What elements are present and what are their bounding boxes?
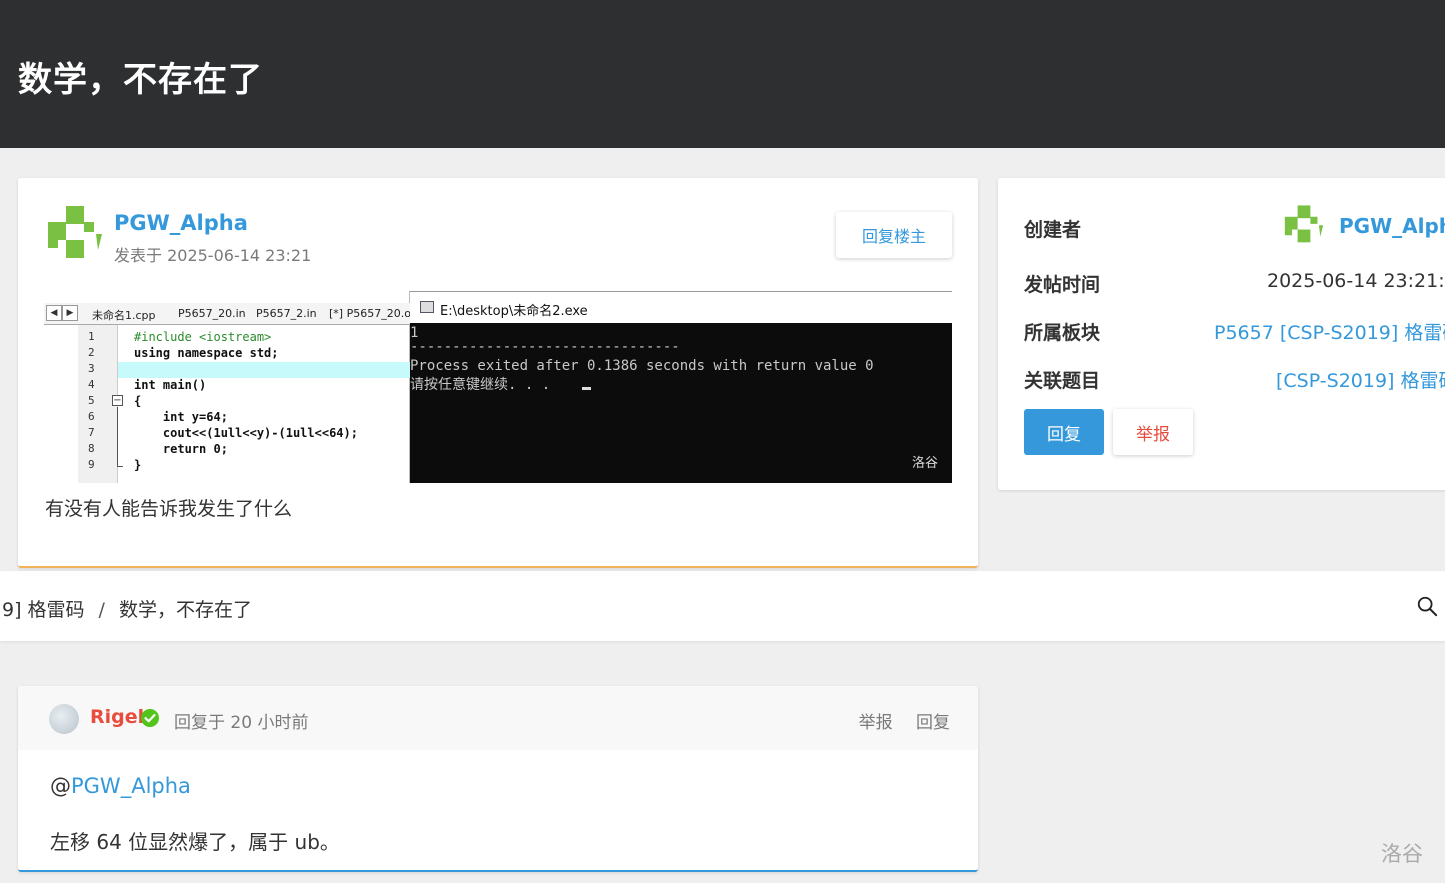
code-line: int main() xyxy=(134,378,207,392)
line-number: 3 xyxy=(88,362,95,375)
board-label: 所属板块 xyxy=(1024,322,1101,344)
post-card: PGW_Alpha 发表于 2025-06-14 23:21 回复楼主 ◀ ▶ … xyxy=(18,178,978,568)
reply-content: 左移 64 位显然爆了，属于 ub。 xyxy=(50,830,340,854)
line-number: 4 xyxy=(88,378,95,391)
console-line: Process exited after 0.1386 seconds with… xyxy=(410,358,874,374)
breadcrumb: 9] 格雷码 / 数学，不存在了 xyxy=(2,595,252,622)
post-info-card: 创建者 PGW_Alpha 发帖时间 2025-06-14 23:21:02 所… xyxy=(998,178,1445,490)
post-time-value: 2025-06-14 23:21:02 xyxy=(1267,270,1445,292)
console-window-icon xyxy=(420,301,434,313)
line-number: 1 xyxy=(88,330,95,343)
code-line: using namespace std; xyxy=(134,346,279,360)
code-line: { xyxy=(134,394,142,408)
current-line-highlight xyxy=(118,362,410,378)
post-time: 发表于 2025-06-14 23:21 xyxy=(114,246,312,265)
code-line: } xyxy=(134,458,142,472)
problem-link[interactable]: [CSP-S2019] 格雷码 xyxy=(1276,366,1445,393)
tab-right-icon: ▶ xyxy=(62,305,78,321)
code-line: cout<<(1ull<<y)-(1ull<<64); xyxy=(134,426,358,440)
mention-user[interactable]: PGW_Alpha xyxy=(71,774,191,798)
reply-reply-link[interactable]: 回复 xyxy=(916,713,950,733)
fold-guide xyxy=(117,407,118,467)
console-cursor xyxy=(582,387,591,390)
tab-left-icon: ◀ xyxy=(46,305,62,321)
fold-guide-end xyxy=(117,466,123,467)
line-number: 6 xyxy=(88,410,95,423)
creator-name[interactable]: PGW_Alpha xyxy=(1339,214,1445,238)
post-content: 有没有人能告诉我发生了什么 xyxy=(45,498,293,520)
image-watermark: 洛谷 xyxy=(911,456,938,471)
fold-minus-icon: − xyxy=(112,395,123,406)
board-link[interactable]: P5657 [CSP-S2019] 格雷码 xyxy=(1214,318,1445,345)
ide-tab: [*] P5657_20.o xyxy=(329,307,411,320)
code-line: #include <iostream> xyxy=(134,330,272,344)
breadcrumb-bar: 9] 格雷码 / 数学，不存在了 xyxy=(0,571,1445,641)
creator-avatar[interactable] xyxy=(1282,204,1326,248)
reply-avatar[interactable] xyxy=(49,704,79,734)
line-number: 8 xyxy=(88,442,95,455)
breadcrumb-separator: / xyxy=(98,599,105,621)
console-window: E:\desktop\未命名2.exe 1 ------------------… xyxy=(410,291,952,483)
verified-check-icon xyxy=(141,709,159,727)
search-icon[interactable] xyxy=(1416,595,1438,617)
reply-time: 回复于 20 小时前 xyxy=(174,713,309,733)
ide-window: ◀ ▶ 未命名1.cpp P5657_20.in P5657_2.in [*] … xyxy=(44,291,411,483)
line-number: 5 xyxy=(88,394,95,407)
reply-op-button[interactable]: 回复楼主 xyxy=(836,212,952,258)
site-watermark: 洛谷 xyxy=(1381,842,1423,866)
author-name[interactable]: PGW_Alpha xyxy=(114,211,248,235)
creator-label: 创建者 xyxy=(1024,219,1082,241)
breadcrumb-item-board[interactable]: 9] 格雷码 xyxy=(2,599,85,621)
console-title-bar: E:\desktop\未命名2.exe xyxy=(410,291,952,323)
problem-label: 关联题目 xyxy=(1024,370,1101,392)
code-line: int y=64; xyxy=(134,410,228,424)
console-line: -------------------------------- xyxy=(410,339,680,355)
page-title: 数学，不存在了 xyxy=(18,60,263,100)
breadcrumb-item-current: 数学，不存在了 xyxy=(118,599,252,621)
line-number: 9 xyxy=(88,458,95,471)
reply-actions: 举报 回复 xyxy=(841,708,950,733)
ide-tab: 未命名1.cpp xyxy=(92,309,156,322)
code-line: return 0; xyxy=(134,442,228,456)
line-number: 2 xyxy=(88,346,95,359)
post-time-label: 发帖时间 xyxy=(1024,274,1101,296)
reply-header: Rigel 回复于 20 小时前 举报 回复 xyxy=(18,686,978,750)
line-number: 7 xyxy=(88,426,95,439)
report-button[interactable]: 举报 xyxy=(1113,409,1193,455)
ide-tab: P5657_20.in xyxy=(178,307,246,320)
reply-report-link[interactable]: 举报 xyxy=(859,713,893,733)
reply-card: Rigel 回复于 20 小时前 举报 回复 @PGW_Alpha 左移 64 … xyxy=(18,686,978,872)
ide-tab: P5657_2.in xyxy=(256,307,317,320)
page-header: 数学，不存在了 xyxy=(0,0,1445,148)
mention-at: @ xyxy=(50,774,71,798)
reply-mention[interactable]: @PGW_Alpha xyxy=(50,774,191,798)
ide-tab-bar: ◀ ▶ 未命名1.cpp P5657_20.in P5657_2.in [*] … xyxy=(44,303,411,325)
reply-button[interactable]: 回复 xyxy=(1024,409,1104,455)
post-image: ◀ ▶ 未命名1.cpp P5657_20.in P5657_2.in [*] … xyxy=(44,291,952,483)
console-title: E:\desktop\未命名2.exe xyxy=(440,304,588,319)
reply-author-name[interactable]: Rigel xyxy=(90,706,144,728)
console-line: 请按任意键继续. . . xyxy=(410,377,551,393)
author-avatar[interactable] xyxy=(44,204,106,266)
